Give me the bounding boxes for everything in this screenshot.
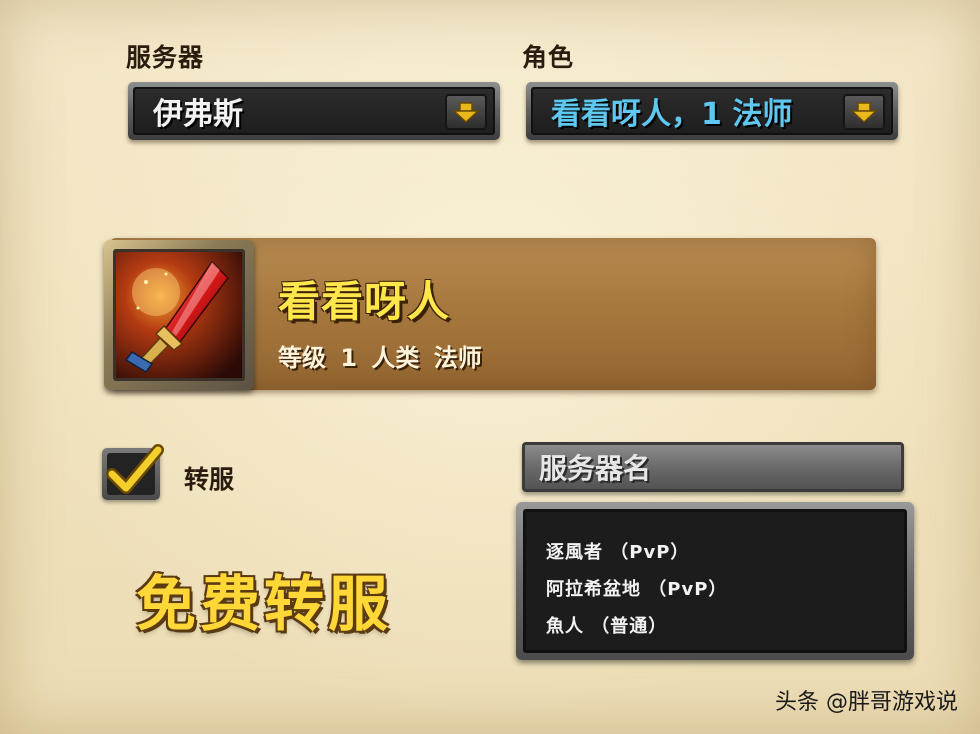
watermark: 头条 @胖哥游戏说 bbox=[775, 690, 958, 715]
server-list: 逐風者 （PvP） 阿拉希盆地 （PvP） 魚人 （普通） bbox=[516, 502, 914, 660]
character-dropdown[interactable]: 看看呀人，1 法师 bbox=[526, 82, 898, 140]
character-label: 角色 bbox=[522, 43, 575, 72]
server-list-item[interactable]: 阿拉希盆地 （PvP） bbox=[546, 571, 904, 608]
mage-crystal-icon bbox=[113, 249, 245, 381]
chevron-down-icon[interactable] bbox=[445, 94, 487, 130]
server-name-header-label: 服务器名 bbox=[539, 452, 652, 485]
checkmark-icon bbox=[106, 444, 164, 494]
server-name-header: 服务器名 bbox=[522, 442, 904, 492]
transfer-checkbox-label: 转服 bbox=[184, 465, 235, 494]
server-dropdown[interactable]: 伊弗斯 bbox=[128, 82, 500, 140]
character-portrait-frame bbox=[104, 240, 254, 390]
server-list-item[interactable]: 魚人 （普通） bbox=[546, 608, 904, 645]
server-label: 服务器 bbox=[126, 43, 205, 72]
server-dropdown-value: 伊弗斯 bbox=[153, 97, 243, 132]
character-name: 看看呀人 bbox=[278, 277, 451, 326]
free-transfer-caption: 免费转服 bbox=[136, 570, 392, 640]
chevron-down-icon[interactable] bbox=[843, 94, 885, 130]
server-list-item[interactable]: 逐風者 （PvP） bbox=[546, 534, 904, 571]
character-info: 等级 1 人类 法师 bbox=[278, 344, 482, 372]
character-dropdown-value: 看看呀人，1 法师 bbox=[551, 97, 793, 132]
